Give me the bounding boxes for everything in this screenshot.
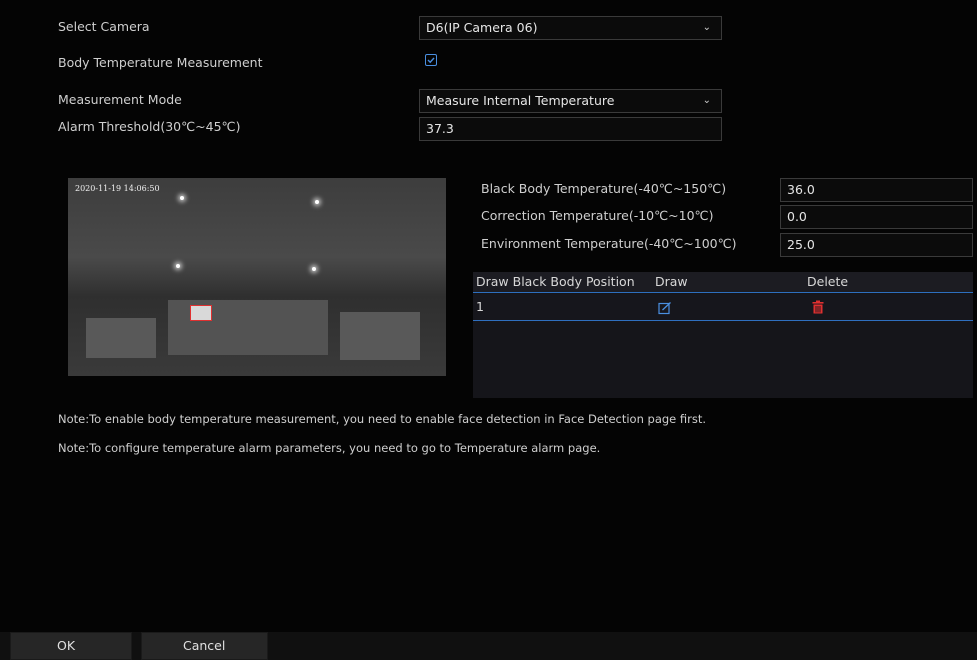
scene-object [86,318,156,358]
black-body-table: Draw Black Body Position Draw Delete 1 [473,272,973,398]
ceiling-light [315,200,319,204]
checkmark-icon [427,57,435,63]
alarm-threshold-input[interactable]: 37.3 [419,117,722,141]
row-position: 1 [476,299,484,314]
black-body-marker[interactable] [190,305,212,321]
ceiling-light [176,264,180,268]
select-camera-label: Select Camera [58,19,150,34]
edit-icon[interactable] [658,301,672,315]
chevron-down-icon: ⌄ [702,22,711,33]
black-body-temp-input[interactable]: 36.0 [780,178,973,202]
column-header-position: Draw Black Body Position [476,274,635,289]
trash-icon[interactable] [811,300,825,314]
scene-object [340,312,420,360]
ceiling-light [312,267,316,271]
table-row: 1 [473,294,973,321]
column-header-draw: Draw [655,274,688,289]
body-temperature-checkbox[interactable] [425,54,437,66]
camera-preview[interactable]: 2020-11-19 14:06:50 [68,178,446,376]
ceiling-light [180,196,184,200]
camera-select[interactable]: D6(IP Camera 06) ⌄ [419,16,722,40]
black-body-temp-label: Black Body Temperature(-40℃~150℃) [481,181,727,196]
cancel-button[interactable]: Cancel [141,632,268,660]
measurement-mode-select[interactable]: Measure Internal Temperature ⌄ [419,89,722,113]
body-temperature-label: Body Temperature Measurement [58,55,263,70]
correction-temp-label: Correction Temperature(-10℃~10℃) [481,208,714,223]
camera-select-value: D6(IP Camera 06) [426,20,538,35]
environment-temp-label: Environment Temperature(-40℃~100℃) [481,236,737,251]
measurement-mode-label: Measurement Mode [58,92,182,107]
note-temperature-alarm: Note:To configure temperature alarm para… [58,441,601,455]
preview-timestamp: 2020-11-19 14:06:50 [75,184,160,193]
column-header-delete: Delete [807,274,849,289]
correction-temp-input[interactable]: 0.0 [780,205,973,229]
note-face-detection: Note:To enable body temperature measurem… [58,412,707,426]
alarm-threshold-label: Alarm Threshold(30℃~45℃) [58,119,241,134]
measurement-mode-value: Measure Internal Temperature [426,93,615,108]
environment-temp-input[interactable]: 25.0 [780,233,973,257]
chevron-down-icon: ⌄ [702,95,711,106]
ok-button[interactable]: OK [10,632,132,660]
table-header: Draw Black Body Position Draw Delete [473,272,973,293]
